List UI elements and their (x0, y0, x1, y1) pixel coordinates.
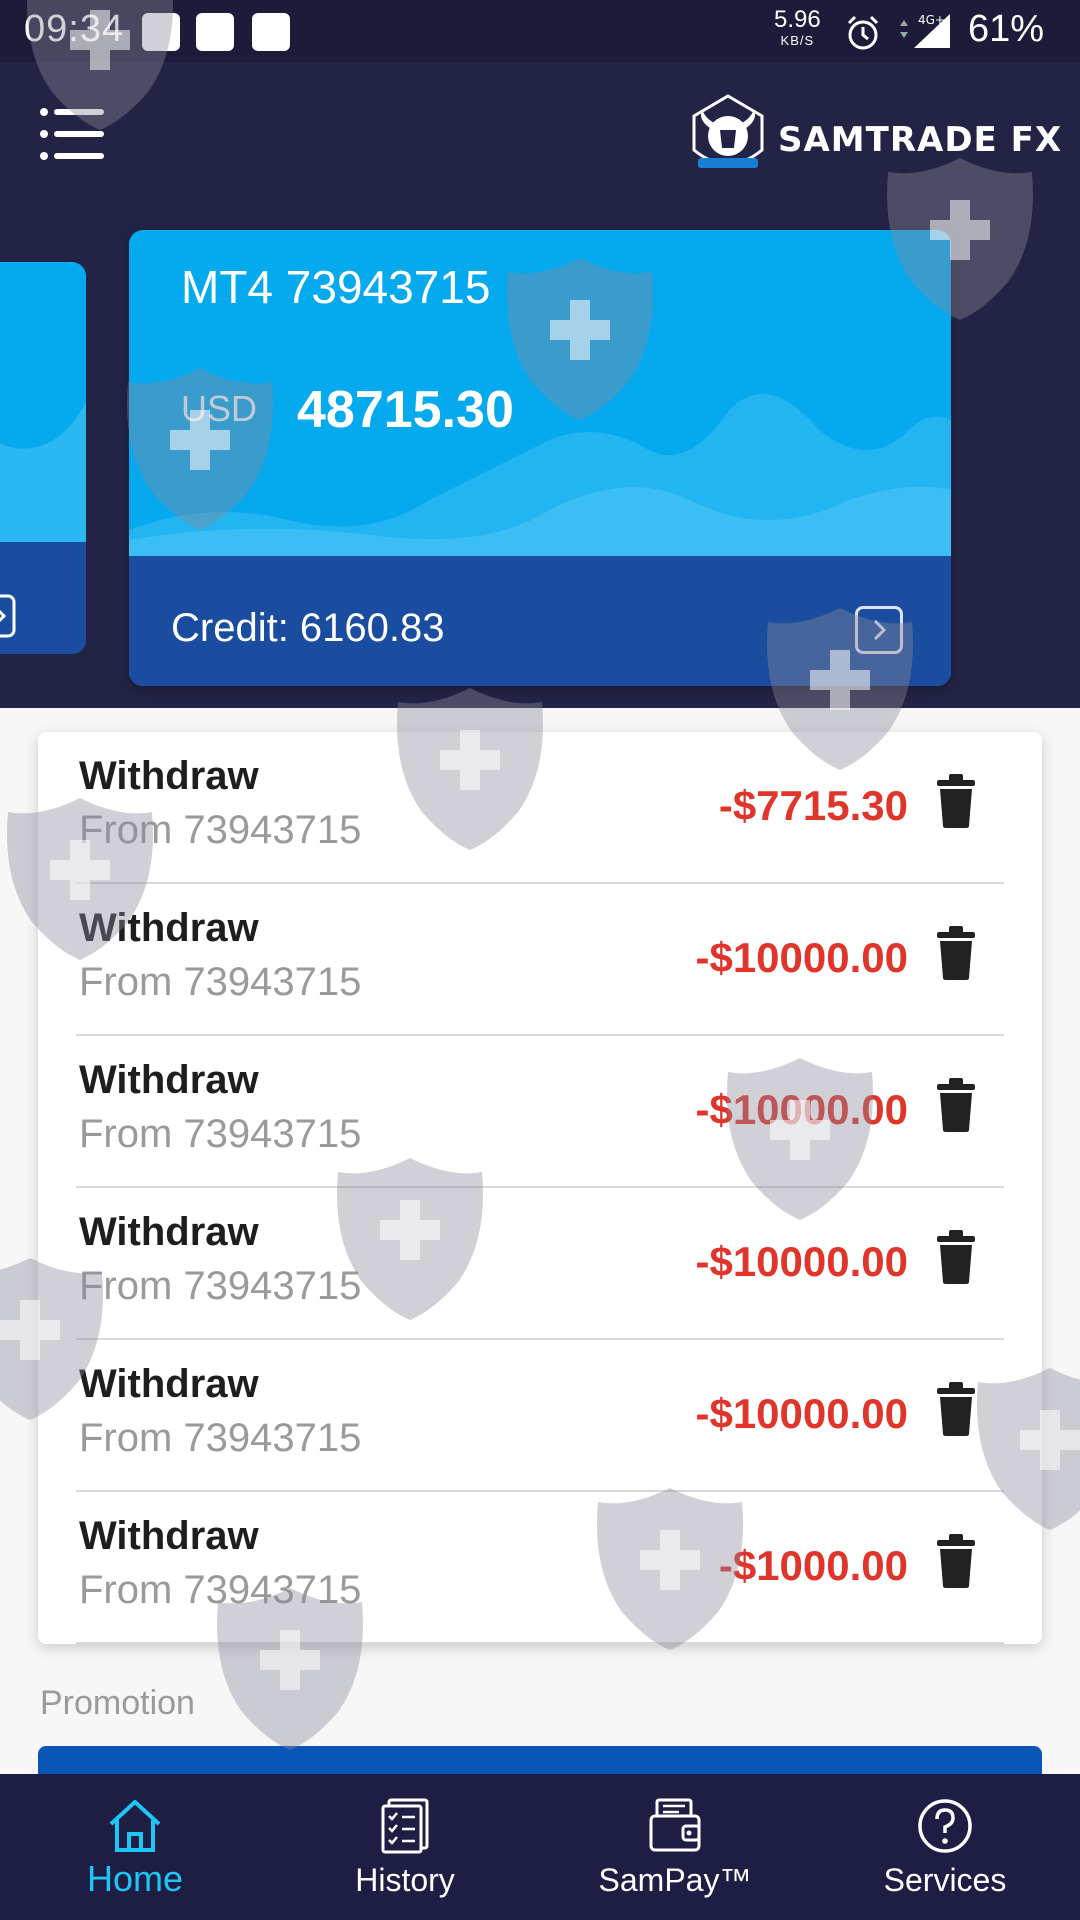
account-currency: USD (181, 388, 258, 429)
notification-icon (142, 13, 180, 51)
account-card-footer: Credit: 6160.83 (129, 556, 951, 686)
transaction-source: From 73943715 (79, 1416, 362, 1460)
notification-icon (252, 13, 290, 51)
transaction-type: Withdraw (79, 1514, 259, 1558)
nav-sampay-label: SamPay™ (598, 1862, 752, 1898)
account-card[interactable]: MT4 73943715 USD 48715.30 Credit: 6160.8… (129, 230, 951, 686)
transaction-list: Withdraw From 73943715 -$7715.30 Withdra… (38, 732, 1042, 1644)
transaction-row[interactable]: Withdraw From 73943715 -$10000.00 (38, 1036, 1042, 1188)
home-icon (109, 1800, 161, 1852)
transaction-row[interactable]: Withdraw From 73943715 -$7715.30 (38, 732, 1042, 884)
transaction-row[interactable]: Withdraw From 73943715 -$10000.00 (38, 1340, 1042, 1492)
transaction-type: Withdraw (79, 1058, 259, 1102)
samtrade-bull-logo (692, 94, 764, 168)
transaction-row[interactable]: Withdraw From 73943715 -$1000.00 (38, 1492, 1042, 1644)
transaction-amount: -$10000.00 (695, 1238, 908, 1285)
chevron-right-square-icon[interactable] (855, 606, 903, 654)
nav-services-label: Services (883, 1862, 1007, 1898)
trash-icon[interactable] (935, 926, 977, 980)
transaction-type: Withdraw (79, 754, 259, 798)
alarm-icon (847, 15, 879, 50)
promotion-heading: Promotion (40, 1684, 195, 1722)
hamburger-menu-icon[interactable] (40, 108, 108, 162)
nav-sampay[interactable]: SamPay™ (540, 1774, 810, 1920)
chevron-right-square-icon[interactable] (0, 594, 18, 638)
trash-icon[interactable] (935, 1230, 977, 1284)
nav-history[interactable]: History (270, 1774, 540, 1920)
previous-account-card[interactable] (0, 262, 86, 654)
account-credit: Credit: 6160.83 (171, 606, 445, 650)
history-checklist-icon (381, 1798, 429, 1854)
bottom-navigation: Home History SamPay™ Services (0, 1774, 1080, 1920)
wallet-icon (649, 1798, 701, 1852)
battery-level: 61% (968, 8, 1045, 50)
transaction-type: Withdraw (79, 1362, 259, 1406)
transaction-row[interactable]: Withdraw From 73943715 -$10000.00 (38, 884, 1042, 1036)
network-type: 4G+ (918, 13, 945, 27)
transaction-type: Withdraw (79, 1210, 259, 1254)
trash-icon[interactable] (935, 1078, 977, 1132)
transaction-source: From 73943715 (79, 960, 362, 1004)
status-bar: 09:34 5.96 KB/S 4G+ 61% (0, 0, 1080, 62)
transaction-amount: -$1000.00 (718, 1542, 908, 1589)
transaction-source: From 73943715 (79, 808, 362, 852)
nav-home[interactable]: Home (0, 1774, 270, 1920)
trash-icon[interactable] (935, 774, 977, 828)
notification-icon (196, 13, 234, 51)
balance-wave-graphic (129, 394, 951, 556)
account-balance: 48715.30 (297, 381, 514, 439)
network-speed-unit: KB/S (780, 33, 815, 48)
transaction-type: Withdraw (79, 906, 259, 950)
transaction-amount: -$10000.00 (695, 1086, 908, 1133)
nav-history-label: History (355, 1862, 455, 1898)
signal-icon: 4G+ (900, 13, 950, 48)
transaction-source: From 73943715 (79, 1568, 362, 1612)
transaction-row[interactable]: Withdraw From 73943715 -$10000.00 (38, 1188, 1042, 1340)
account-title: MT4 73943715 (181, 261, 491, 313)
transaction-amount: -$7715.30 (718, 782, 908, 829)
trash-icon[interactable] (935, 1534, 977, 1588)
help-circle-icon (918, 1799, 972, 1853)
network-speed-value: 5.96 (774, 6, 821, 33)
nav-home-label: Home (86, 1858, 184, 1899)
transaction-source: From 73943715 (79, 1112, 362, 1156)
brand-name: SAMTRADE FX (778, 120, 1063, 160)
app-header: SAMTRADE FX (0, 62, 1080, 210)
transaction-amount: -$10000.00 (695, 1390, 908, 1437)
status-time: 09:34 (24, 8, 125, 50)
trash-icon[interactable] (935, 1382, 977, 1436)
network-speed: 5.96 KB/S (774, 6, 821, 48)
transaction-amount: -$10000.00 (695, 934, 908, 981)
transaction-source: From 73943715 (79, 1264, 362, 1308)
accounts-carousel[interactable]: MT4 73943715 USD 48715.30 Credit: 6160.8… (0, 210, 1080, 708)
nav-services[interactable]: Services (810, 1774, 1080, 1920)
